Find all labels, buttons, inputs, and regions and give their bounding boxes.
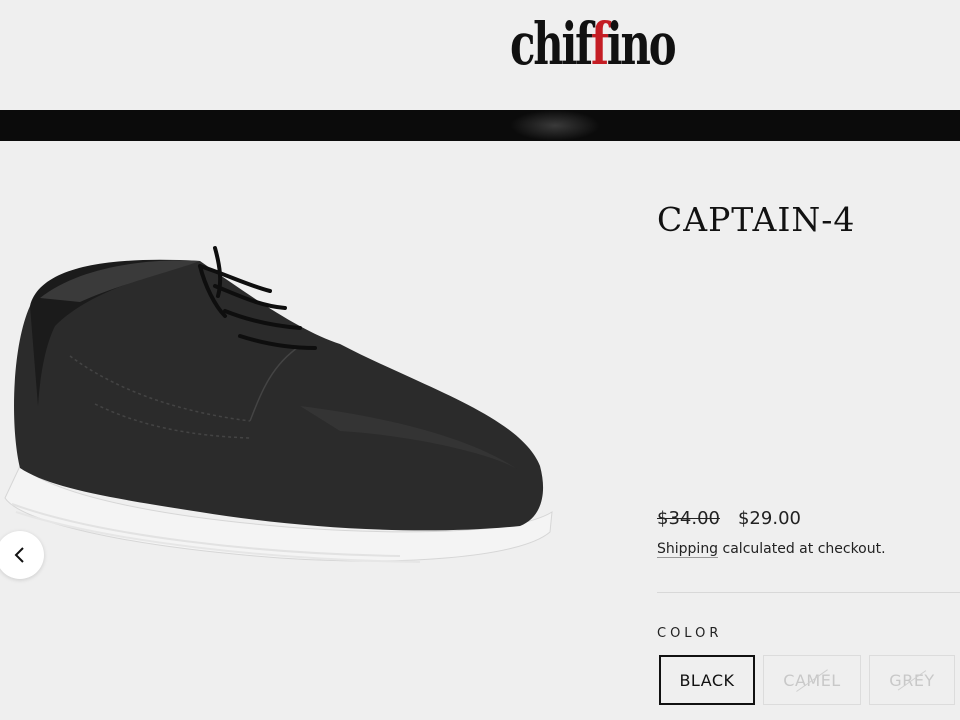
gallery-prev-button[interactable] [0, 531, 44, 579]
divider [657, 592, 960, 593]
shipping-text: calculated at checkout. [718, 541, 886, 557]
sale-price: $29.00 [737, 508, 801, 529]
color-swatch-black[interactable]: BLACK [659, 655, 755, 705]
color-swatch-grey[interactable]: GREY [869, 655, 955, 705]
site-header: chiffino [0, 0, 960, 110]
color-swatch-camel[interactable]: CAMEL [763, 655, 861, 705]
price-row: $34.00 $29.00 [657, 508, 801, 529]
shipping-note: Shipping calculated at checkout. [657, 541, 886, 558]
color-swatches: BLACK CAMEL GREY [659, 655, 955, 705]
shipping-link[interactable]: Shipping [657, 541, 719, 558]
navbar-highlight [510, 110, 600, 141]
product-image-shoe [4, 246, 553, 563]
product-gallery [0, 141, 600, 720]
product-title: CAPTAIN-4 [657, 200, 856, 239]
compare-at-price: $34.00 [657, 508, 720, 529]
brand-logo[interactable]: chiffino [510, 6, 677, 82]
color-option-label: COLOR [657, 626, 723, 641]
navigation-bar [0, 110, 960, 141]
chevron-left-icon [14, 547, 24, 563]
